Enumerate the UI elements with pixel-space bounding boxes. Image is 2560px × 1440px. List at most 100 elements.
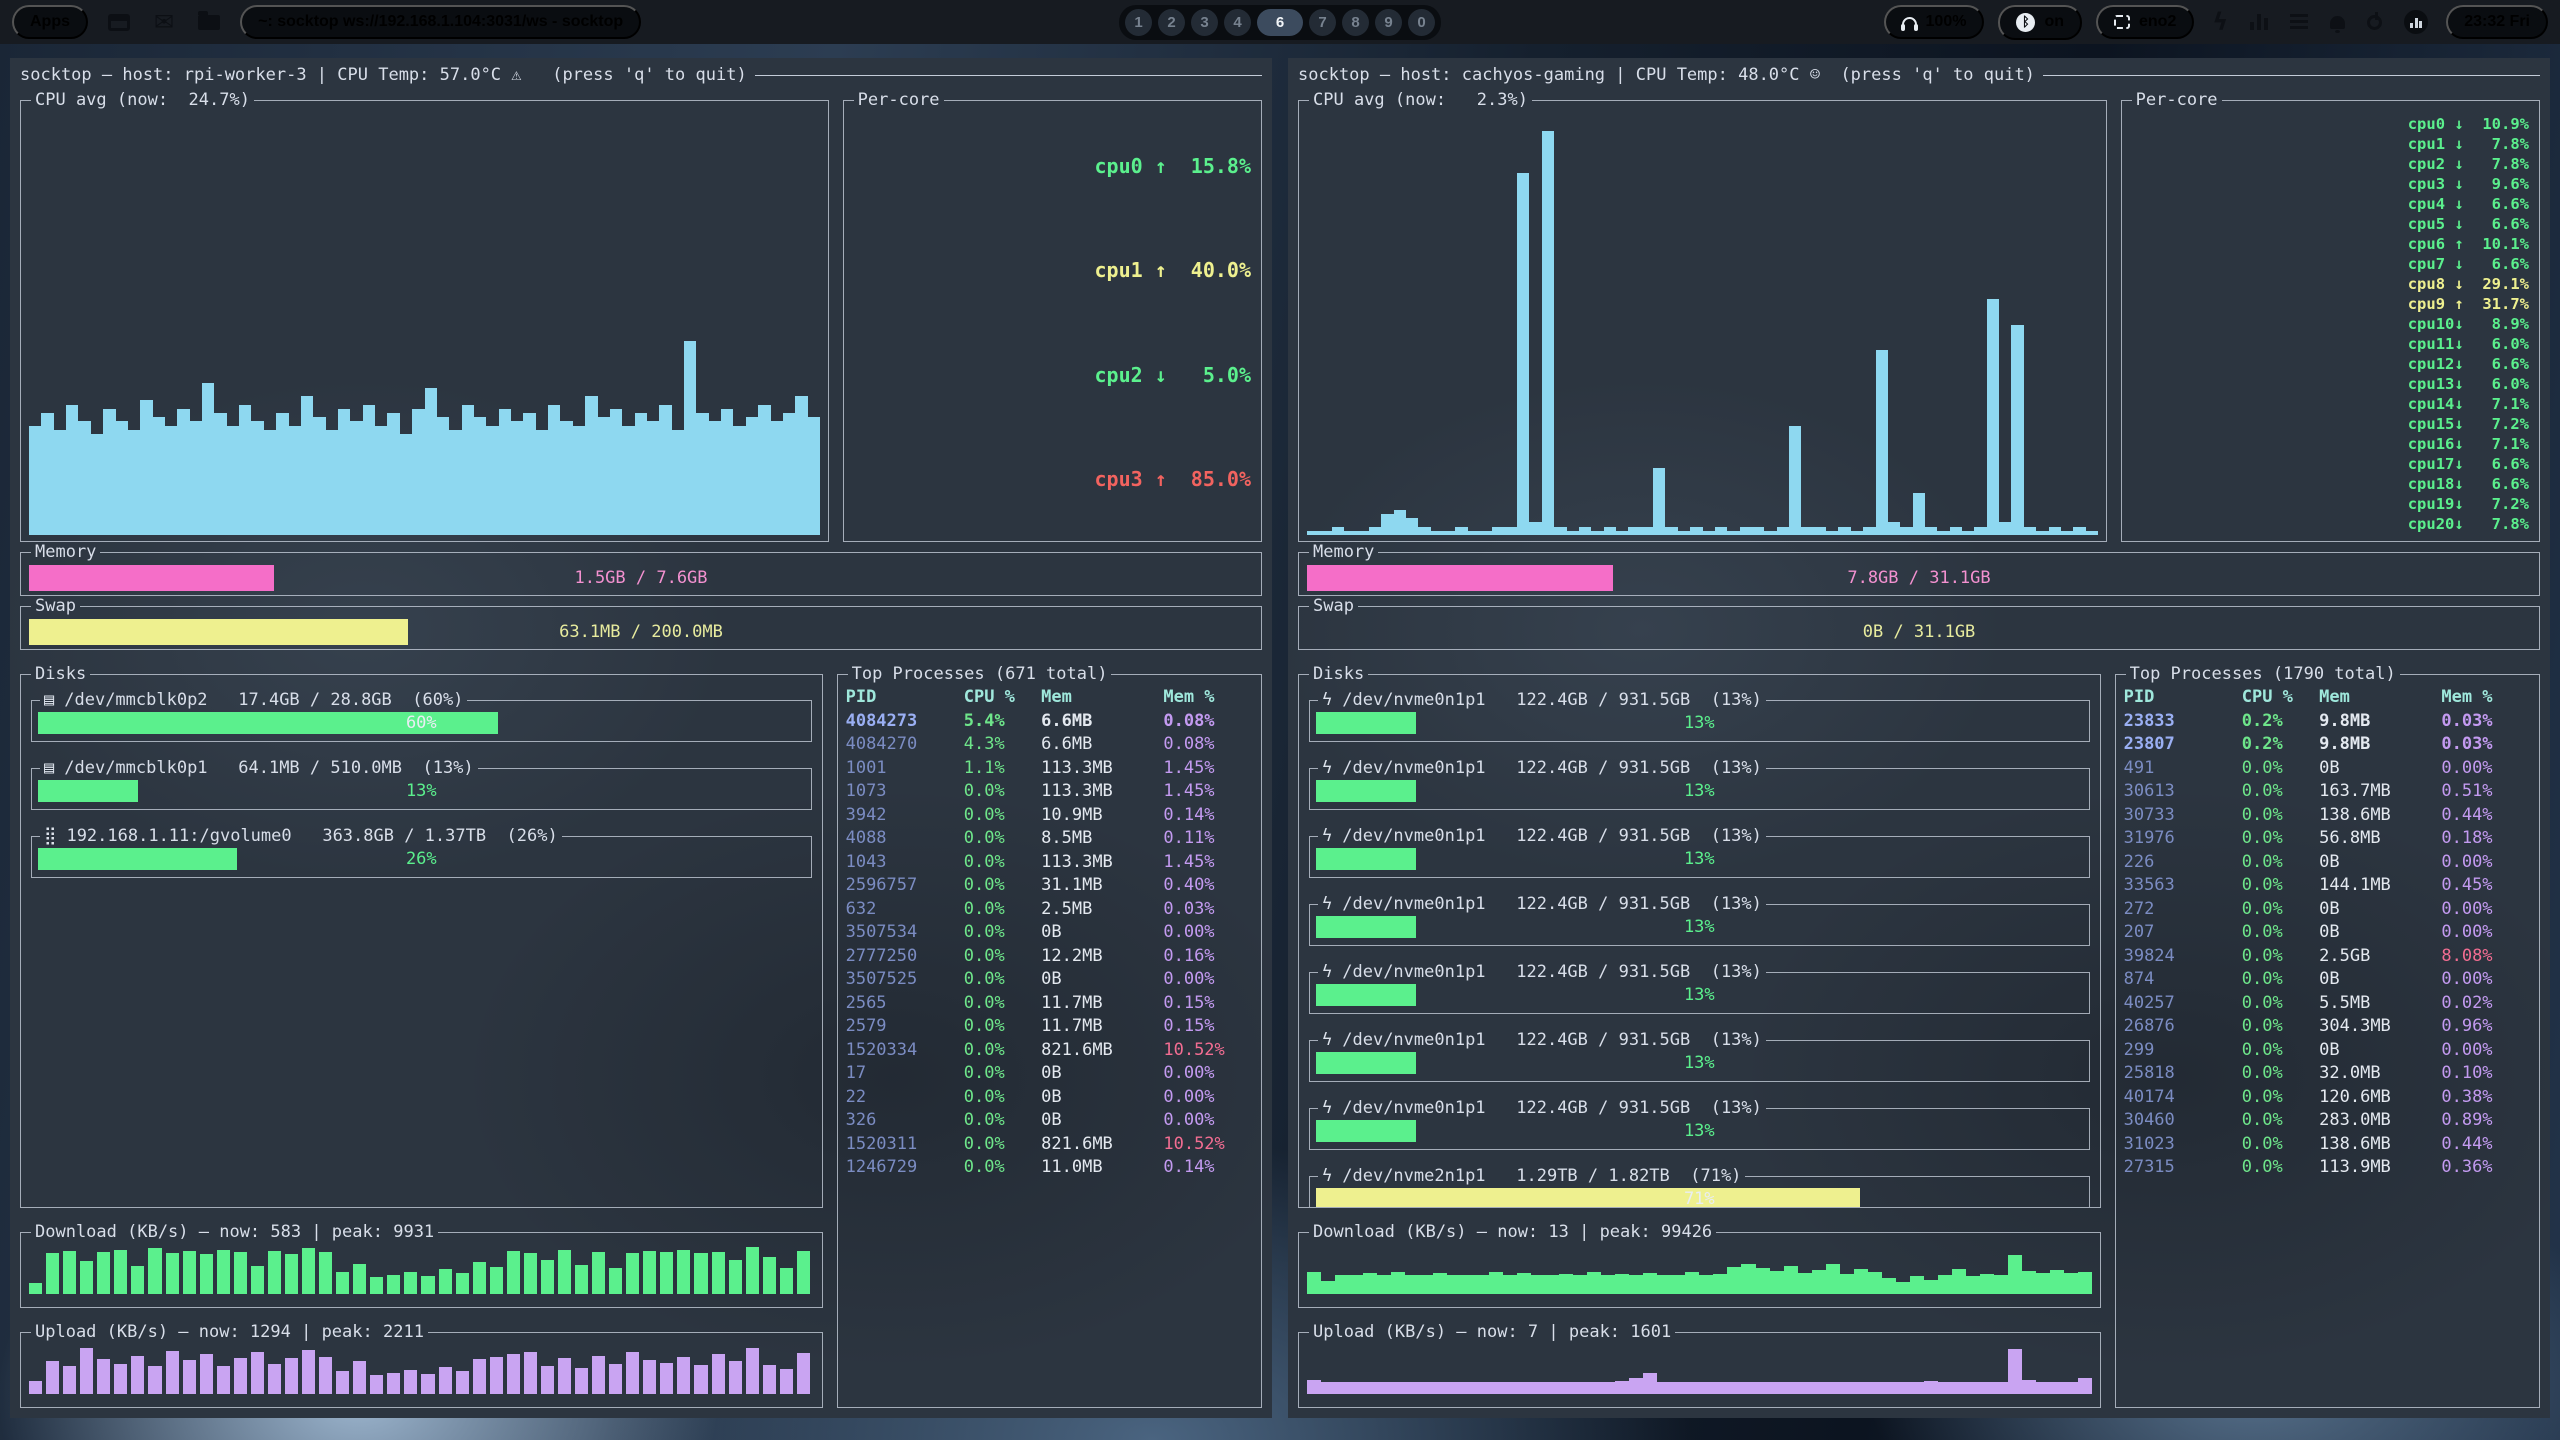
chart-bar: [1529, 522, 1541, 535]
bluetooth-widget[interactable]: ᛒ on: [1998, 5, 2082, 40]
disk-info: 1.29TB / 1.82TB (71%): [1516, 1166, 1741, 1186]
chart-bar: [177, 409, 189, 535]
workspace-0[interactable]: 0: [1408, 9, 1435, 36]
headphones-icon: [1902, 17, 1917, 27]
workspace-2[interactable]: 2: [1158, 9, 1185, 36]
workspace-8[interactable]: 8: [1342, 9, 1369, 36]
disk-usage-bar: 13%: [1316, 712, 2083, 734]
power-profile-icon[interactable]: ϟ: [2208, 8, 2232, 36]
chart-bar: [421, 1276, 434, 1294]
core-legend: cpu16↓7.1%: [2408, 434, 2529, 454]
process-mem: 9.8MB: [2319, 733, 2441, 757]
chart-bar: [541, 1260, 554, 1294]
chart-bar: [780, 1268, 793, 1294]
folder-icon[interactable]: [194, 15, 224, 30]
active-window-title[interactable]: ~: socktop ws://192.168.1.104:3031/ws - …: [240, 5, 641, 39]
terminal-window-left[interactable]: socktop — host: rpi-worker-3 | CPU Temp:…: [10, 58, 1272, 1418]
mail-icon[interactable]: ✉: [150, 14, 178, 31]
workspace-7[interactable]: 7: [1309, 9, 1336, 36]
process-pid: 2565: [846, 992, 964, 1016]
chart-bar: [643, 1360, 656, 1394]
apps-button[interactable]: Apps: [12, 5, 88, 39]
chart-bar: [1554, 527, 1566, 535]
chart-bar: [1770, 1271, 1784, 1294]
chart-bar: [2011, 325, 2023, 536]
process-cpu: 4.3%: [964, 733, 1041, 757]
chart-bar: [1727, 1382, 1741, 1394]
chart-bar: [1601, 1275, 1615, 1294]
chart-bar: [1784, 1382, 1798, 1394]
process-pid: 491: [2124, 757, 2242, 781]
usage-monitor-icon[interactable]: [2400, 10, 2432, 34]
network-widget[interactable]: eno2: [2096, 5, 2194, 39]
terminal-window-right[interactable]: socktop — host: cachyos-gaming | CPU Tem…: [1288, 58, 2550, 1418]
cpu-avg-chart: [29, 114, 820, 535]
chart-circle-icon: [2404, 10, 2428, 34]
memory-box: Memory 7.8GB / 31.1GB: [1298, 542, 2540, 596]
chart-bar: [2024, 527, 2036, 535]
disk-name: /dev/nvme0n1p1: [1342, 758, 1485, 778]
core-name: cpu2: [2408, 154, 2455, 174]
workspace-9[interactable]: 9: [1375, 9, 1402, 36]
trend-arrow-icon: ↓: [2454, 494, 2473, 514]
chart-bar: [2049, 527, 2061, 535]
chart-bar: [609, 1268, 622, 1294]
process-pid: 226: [2124, 851, 2242, 875]
chart-bar: [80, 1348, 93, 1394]
workspace-3[interactable]: 3: [1191, 9, 1218, 36]
core-value: 9.6%: [2473, 174, 2529, 194]
process-cpu: 0.0%: [964, 780, 1041, 804]
power-icon[interactable]: [2363, 15, 2386, 30]
process-mem-pct: 0.14%: [1163, 1156, 1253, 1180]
chart-bar: [694, 1253, 707, 1294]
disk-entry: ϟ/dev/nvme0n1p1122.4GB / 931.5GB (13%)13…: [1309, 894, 2090, 946]
core-sparkline: [2132, 356, 2402, 372]
disk-legend: ϟ/dev/nvme0n1p1122.4GB / 931.5GB (13%): [1318, 962, 1766, 982]
chart-bar: [1685, 1272, 1699, 1294]
notifications-icon[interactable]: [2326, 16, 2349, 29]
process-pid: 30460: [2124, 1109, 2242, 1133]
process-pid: 31976: [2124, 827, 2242, 851]
process-mem: 163.7MB: [2319, 780, 2441, 804]
chart-bar: [1531, 1382, 1545, 1394]
chart-bar: [404, 1370, 417, 1394]
chart-bar: [1391, 1272, 1405, 1294]
core-sparkline: [2132, 176, 2402, 192]
workspace-6[interactable]: 6: [1257, 9, 1303, 36]
process-mem: 10.9MB: [1041, 804, 1163, 828]
chart-bar: [200, 1354, 213, 1394]
process-cpu: 0.0%: [2242, 1156, 2319, 1180]
chart-bar: [1727, 531, 1739, 535]
chart-bar: [729, 1260, 742, 1294]
trend-arrow-icon: ↓: [2454, 134, 2473, 154]
disk-usage-bar: 13%: [1316, 780, 2083, 802]
chart-bar: [437, 417, 449, 535]
disk-usage-bar: 60%: [38, 712, 805, 734]
process-mem: 2.5GB: [2319, 945, 2441, 969]
core-row: cpu11↓6.0%: [2132, 334, 2529, 354]
process-pid: 3942: [846, 804, 964, 828]
disk-name: /dev/mmcblk0p2: [64, 690, 207, 710]
clock-widget[interactable]: 23:32 Fri: [2446, 5, 2548, 39]
audio-levels-icon[interactable]: [2246, 14, 2272, 30]
process-row: 10430.0%113.3MB1.45%: [846, 851, 1253, 875]
process-mem: 0B: [2319, 898, 2441, 922]
window-icon[interactable]: [104, 14, 134, 31]
chart-bar: [1643, 1373, 1657, 1394]
workspace-4[interactable]: 4: [1224, 9, 1251, 36]
trend-arrow-icon: ↓: [2454, 434, 2473, 454]
chart-bar: [2064, 1273, 2078, 1294]
process-mem: 821.6MB: [1041, 1133, 1163, 1157]
column-header: Mem %: [2441, 686, 2531, 710]
chart-bar: [1356, 531, 1368, 535]
volume-widget[interactable]: 100%: [1884, 5, 1985, 39]
chart-bar: [1826, 1264, 1840, 1294]
chart-bar: [2078, 1378, 2092, 1394]
disks-network-column: Disks ▤/dev/mmcblk0p217.4GB / 28.8GB (60…: [20, 664, 823, 1408]
workspace-1[interactable]: 1: [1125, 9, 1152, 36]
core-value: 8.9%: [2473, 314, 2529, 334]
process-mem-pct: 0.10%: [2441, 1062, 2531, 1086]
chart-bar: [338, 409, 350, 535]
layers-icon[interactable]: [2286, 14, 2312, 30]
chart-bar: [1349, 1382, 1363, 1394]
